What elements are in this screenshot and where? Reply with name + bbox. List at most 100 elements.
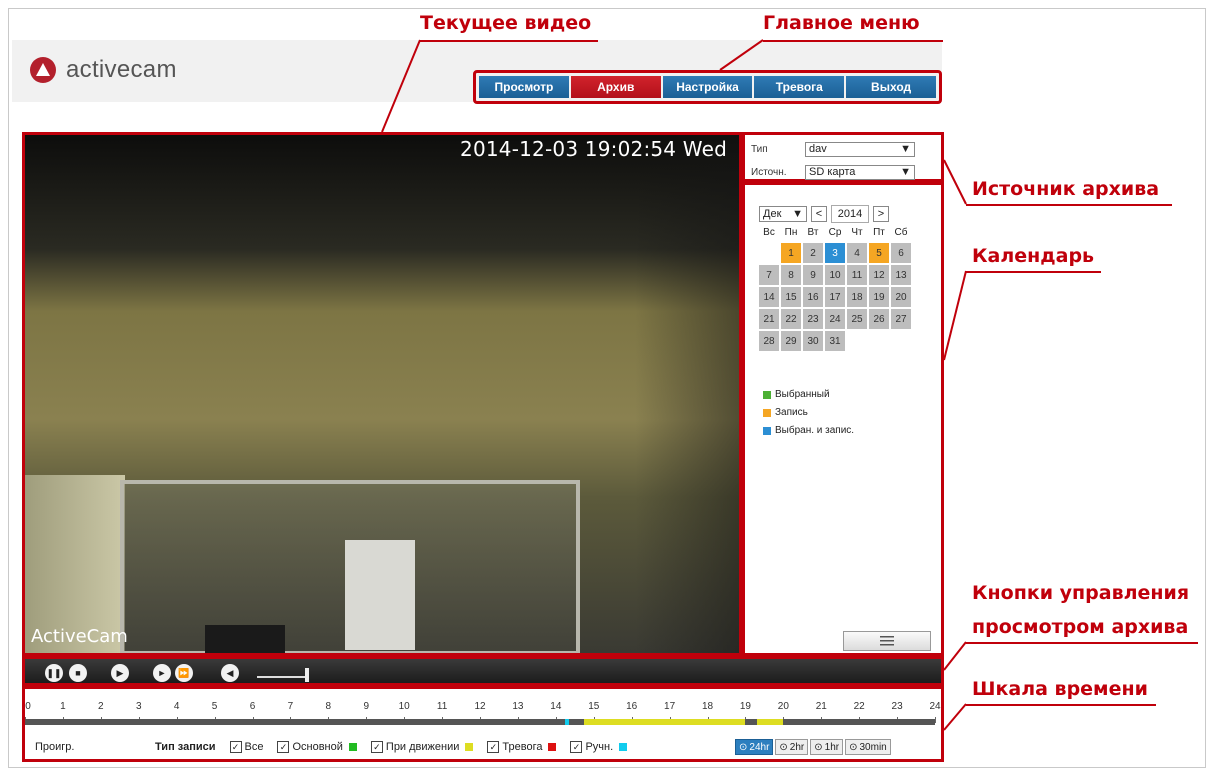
calendar-day[interactable]: 11 — [847, 265, 867, 285]
filter-checkbox[interactable]: ✓ Основной — [277, 741, 357, 753]
filter-checkbox[interactable]: ✓ Все — [229, 741, 263, 753]
weekday-label: Ср — [828, 227, 842, 238]
timeline-hour-label: 17 — [664, 701, 676, 712]
calendar-day[interactable]: 25 — [847, 309, 867, 329]
checkbox-check-icon[interactable]: ✓ — [487, 741, 500, 753]
timeline-recording-segment[interactable] — [756, 719, 784, 725]
callout-playback-buttons-2: просмотром архива — [972, 616, 1189, 638]
calendar-day[interactable]: 24 — [825, 309, 845, 329]
calendar-day[interactable]: 2 — [803, 243, 823, 263]
timeline-recording-segment[interactable] — [584, 719, 746, 725]
calendar-day[interactable]: 22 — [781, 309, 801, 329]
source-select[interactable]: SD карта ▼ — [805, 164, 915, 180]
calendar-day[interactable]: 1 — [781, 243, 801, 263]
weekday-label: Сб — [894, 227, 908, 238]
legend-label: Запись — [775, 407, 808, 418]
timeline-recording-segment[interactable] — [565, 719, 570, 725]
logo-icon — [30, 57, 56, 83]
video-scene-monitor — [205, 625, 285, 653]
calendar-day[interactable]: 27 — [891, 309, 911, 329]
checkbox-check-icon[interactable]: ✓ — [570, 741, 583, 753]
timeline-hour-label: 4 — [173, 701, 180, 712]
clock-icon: ⊙ — [814, 741, 823, 753]
filter-color-swatch — [465, 743, 474, 751]
calendar-legend: Выбранный Запись Выбран. и запис. — [763, 389, 854, 443]
month-select[interactable]: Дек ▼ — [759, 206, 807, 222]
clock-icon: ⊙ — [779, 741, 788, 753]
timeline-hour-label: 16 — [626, 701, 638, 712]
type-label: Тип — [751, 143, 768, 155]
calendar-day[interactable]: 7 — [759, 265, 779, 285]
calendar-day[interactable]: 31 — [825, 331, 845, 351]
filter-label: При движении — [385, 741, 460, 753]
calendar-day[interactable]: 13 — [891, 265, 911, 285]
timeline-panel: 0 1 2 3 4 5 6 7 8 9 10 11 12 13 14 15 16 17 18 19 20 21 22 23 24… — [22, 686, 944, 762]
stop-button[interactable]: ■ — [69, 664, 87, 682]
calendar-day[interactable]: 30 — [803, 331, 823, 351]
slow-button[interactable]: ► — [153, 664, 171, 682]
volume-button[interactable]: ◀ — [221, 664, 239, 682]
calendar-day[interactable]: 19 — [869, 287, 889, 307]
logo: activecam — [30, 56, 177, 84]
filter-color-swatch — [548, 743, 557, 751]
calendar-day[interactable]: 5 — [869, 243, 889, 263]
legend-item: Выбранный — [763, 389, 854, 400]
fast-button[interactable]: ⏩ — [175, 664, 193, 682]
video-player[interactable]: 2014-12-03 19:02:54 Wed ActiveCam — [22, 132, 742, 656]
archive-source-panel: Тип dav ▼ Источн. SD карта ▼ — [742, 132, 944, 182]
calendar-day[interactable]: 26 — [869, 309, 889, 329]
calendar-day[interactable]: 16 — [803, 287, 823, 307]
filter-checkbox[interactable]: ✓ Тревога — [487, 741, 557, 753]
timeline-bar[interactable] — [25, 719, 935, 725]
calendar-day[interactable]: 18 — [847, 287, 867, 307]
calendar-day[interactable]: 20 — [891, 287, 911, 307]
menu-alarm-button[interactable]: Тревога — [754, 76, 845, 98]
callout-playback-buttons-1: Кнопки управления — [972, 582, 1190, 604]
calendar-day[interactable]: 3 — [825, 243, 845, 263]
calendar-day[interactable]: 28 — [759, 331, 779, 351]
zoom-button[interactable]: ⊙ 24hr — [735, 739, 774, 755]
legend-label: Выбран. и запис. — [775, 425, 855, 436]
calendar-panel: Дек ▼ < 2014 > Вс Пн Вт Ср Чт Пт Сб 1 2 3 4 5 6 7 8 9 10… — [742, 182, 944, 656]
file-list-button[interactable] — [843, 631, 931, 651]
calendar-day[interactable]: 9 — [803, 265, 823, 285]
type-select[interactable]: dav ▼ — [805, 141, 915, 157]
callout-underline — [763, 40, 943, 42]
calendar-day[interactable]: 21 — [759, 309, 779, 329]
calendar-day[interactable]: 17 — [825, 287, 845, 307]
calendar-day[interactable]: 10 — [825, 265, 845, 285]
filter-checkbox[interactable]: ✓ Ручн. — [570, 741, 628, 753]
calendar-day[interactable]: 14 — [759, 287, 779, 307]
prev-year-button[interactable]: < — [811, 206, 827, 222]
menu-view-button[interactable]: Просмотр — [479, 76, 569, 98]
calendar-day[interactable]: 4 — [847, 243, 867, 263]
zoom-button[interactable]: ⊙ 1hr — [810, 739, 844, 755]
next-year-button[interactable]: > — [873, 206, 889, 222]
calendar-day[interactable]: 15 — [781, 287, 801, 307]
checkbox-check-icon[interactable]: ✓ — [370, 741, 383, 753]
menu-archive-button[interactable]: Архив — [570, 76, 661, 98]
list-icon — [880, 636, 894, 646]
play-button[interactable]: ▶ — [111, 664, 129, 682]
calendar-day[interactable]: 29 — [781, 331, 801, 351]
legend-label: Выбранный — [775, 389, 830, 400]
menu-settings-button[interactable]: Настройка — [662, 76, 753, 98]
volume-slider-track[interactable] — [257, 676, 307, 678]
video-scene-paper — [345, 540, 415, 650]
menu-exit-button[interactable]: Выход — [846, 76, 936, 98]
checkbox-check-icon[interactable]: ✓ — [229, 741, 242, 753]
filter-checkbox[interactable]: ✓ При движении — [370, 741, 474, 753]
calendar-day[interactable]: 23 — [803, 309, 823, 329]
chevron-down-icon: ▼ — [792, 208, 803, 220]
stop-icon: ■ — [75, 668, 81, 678]
calendar-day[interactable]: 12 — [869, 265, 889, 285]
fast-forward-icon: ⏩ — [178, 667, 190, 678]
slow-icon: ► — [157, 668, 167, 678]
volume-slider-handle[interactable] — [305, 668, 309, 682]
calendar-day[interactable]: 8 — [781, 265, 801, 285]
zoom-button[interactable]: ⊙ 30min — [845, 739, 891, 755]
zoom-button[interactable]: ⊙ 2hr — [775, 739, 809, 755]
pause-button[interactable]: ❚❚ — [45, 664, 63, 682]
calendar-day[interactable]: 6 — [891, 243, 911, 263]
checkbox-check-icon[interactable]: ✓ — [277, 741, 290, 753]
